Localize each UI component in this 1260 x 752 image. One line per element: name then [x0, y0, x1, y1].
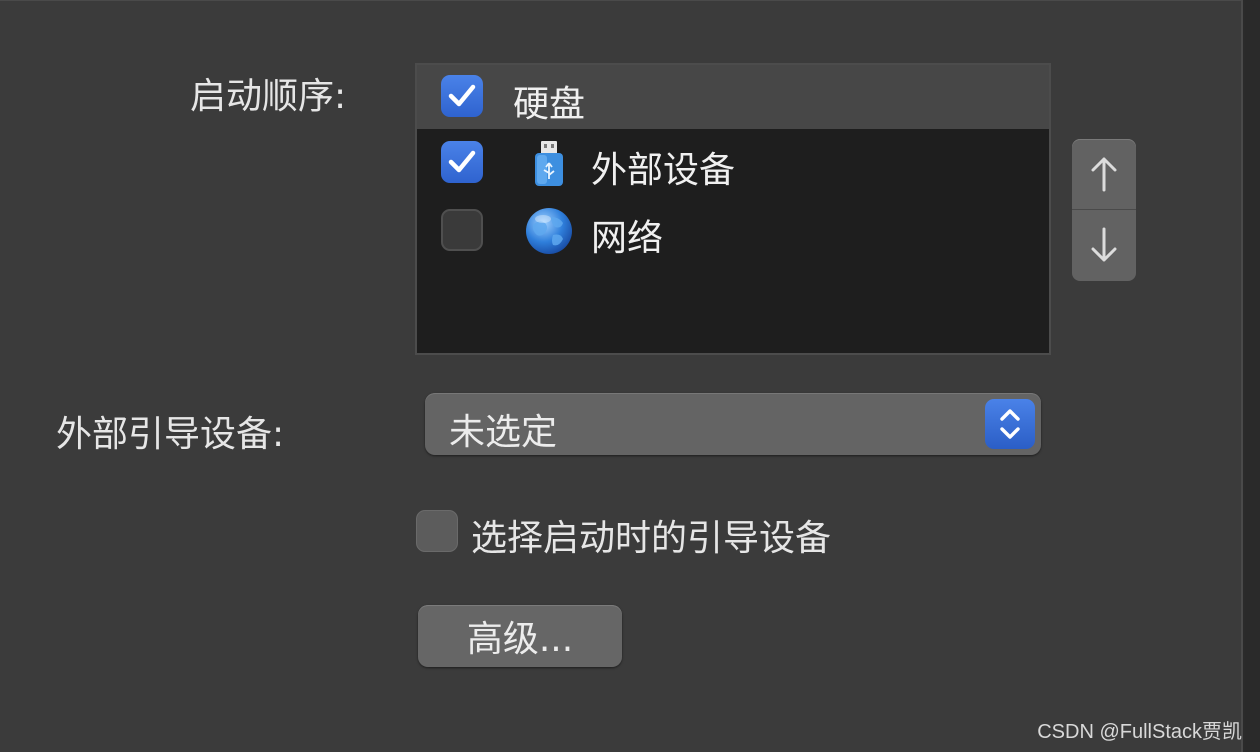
boot-order-item-external[interactable]: 外部设备	[417, 131, 1049, 195]
boot-order-item-hard-disk[interactable]: 硬盘	[417, 65, 1049, 129]
checkmark-icon	[448, 84, 476, 107]
external-device-label: 外部设备	[591, 150, 736, 191]
hard-disk-label: 硬盘	[513, 84, 586, 125]
checkmark-icon	[448, 150, 476, 173]
globe-icon	[526, 208, 572, 254]
select-at-boot-label[interactable]: 选择启动时的引导设备	[471, 509, 831, 561]
boot-order-label: 启动顺序:	[190, 76, 347, 117]
move-up-button[interactable]	[1072, 139, 1136, 210]
boot-settings-panel: 启动顺序: 硬盘 外部设备 网络 外部引导设备: 未选定 选择启动时的引导设备 …	[0, 0, 1243, 752]
advanced-button[interactable]: 高级...	[418, 605, 622, 667]
external-boot-device-label: 外部引导设备:	[56, 414, 285, 455]
external-boot-device-popup[interactable]: 未选定	[425, 393, 1041, 455]
boot-order-list[interactable]: 硬盘 外部设备 网络	[415, 63, 1051, 355]
boot-order-item-network[interactable]: 网络	[417, 199, 1049, 263]
usb-drive-icon	[535, 141, 563, 186]
arrow-down-icon	[1091, 227, 1117, 262]
chevron-up-down-icon	[1000, 409, 1020, 439]
boot-order-stepper[interactable]	[1072, 139, 1136, 281]
window-edge	[1245, 0, 1260, 752]
arrow-up-icon	[1091, 157, 1117, 192]
external-boot-device-value: 未选定	[449, 412, 558, 453]
hard-disk-checkbox[interactable]	[441, 75, 483, 117]
external-device-checkbox[interactable]	[441, 141, 483, 183]
network-checkbox[interactable]	[441, 209, 483, 251]
network-label: 网络	[591, 218, 664, 259]
move-down-button[interactable]	[1072, 210, 1136, 280]
select-at-boot-checkbox[interactable]	[416, 510, 458, 552]
popup-chevron-button[interactable]	[985, 399, 1035, 449]
watermark: CSDN @FullStack贾凯	[1037, 721, 1242, 743]
